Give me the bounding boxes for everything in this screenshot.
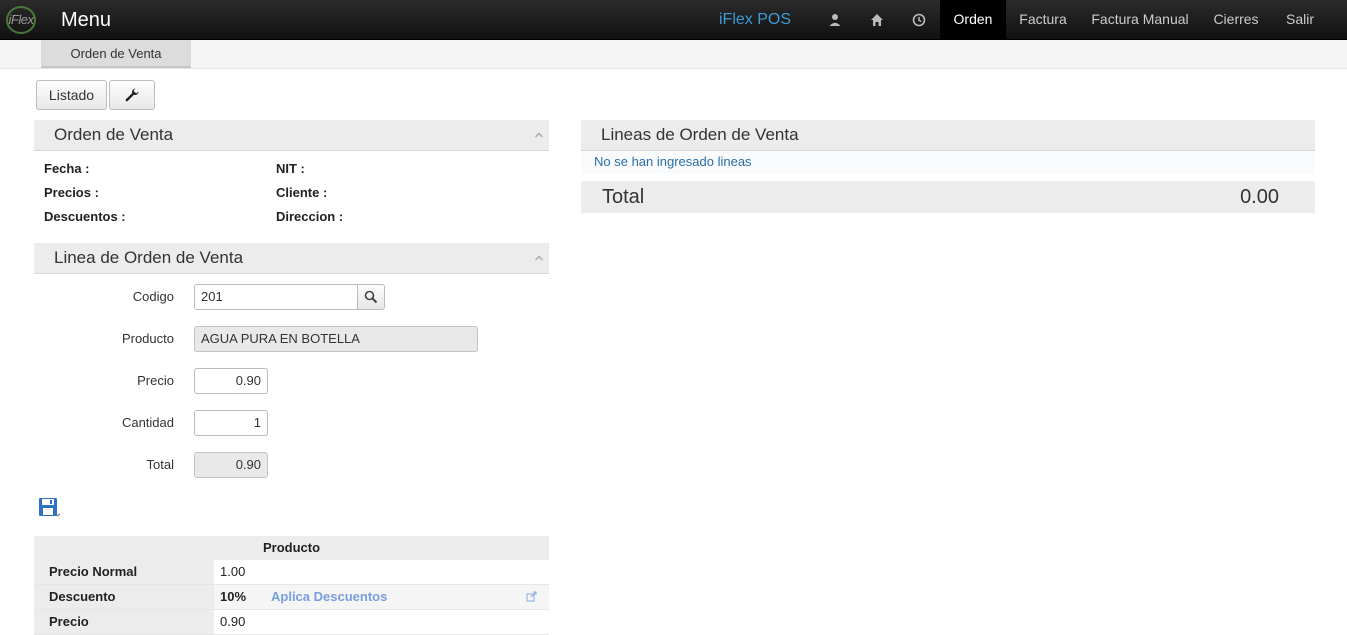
lineas-orden-title: Lineas de Orden de Venta [601,125,799,144]
total-label: Total [146,457,174,472]
settings-button[interactable] [109,80,155,110]
descuento-value: 10% [220,589,247,604]
brand-name[interactable]: iFlex POS [719,10,791,30]
precios-label: Precios : [44,185,99,200]
orden-venta-header[interactable]: Orden de Venta [34,120,549,151]
menu-title[interactable]: Menu [61,8,111,32]
empty-lines-message: No se han ingresado lineas [581,151,1315,174]
listado-button[interactable]: Listado [36,80,107,110]
total-input[interactable]: 0.90 [194,452,268,478]
collapse-chevron-icon[interactable] [534,253,544,263]
order-total-value: 0.00 [1240,186,1279,208]
floppy-disk-icon [39,498,61,517]
iflex-logo[interactable]: iFlex [6,6,36,34]
search-icon [364,290,378,304]
precio-normal-label: Precio Normal [34,560,214,584]
linea-orden-header[interactable]: Linea de Orden de Venta [34,243,549,274]
table-row: Precio 0.90 [34,610,549,635]
codigo-search-button[interactable] [357,284,385,310]
user-icon[interactable] [826,11,844,29]
nav-cierres[interactable]: Cierres [1200,0,1272,40]
external-link-icon[interactable] [526,591,537,602]
producto-table-header: Producto [34,536,549,560]
tab-orden-de-venta[interactable]: Orden de Venta [41,40,191,68]
wrench-icon [125,88,139,102]
lineas-orden-header: Lineas de Orden de Venta [581,120,1315,151]
order-total-bar: Total 0.00 [581,181,1315,213]
precio-row-label: Precio [34,610,214,634]
fecha-label: Fecha : [44,161,90,176]
codigo-input[interactable]: 201 [194,284,358,310]
codigo-label: Codigo [132,289,174,304]
descuento-label: Descuento [34,585,214,609]
producto-label: Producto [121,331,174,346]
cantidad-label: Cantidad [121,415,174,430]
nav-salir[interactable]: Salir [1272,0,1328,40]
direccion-label: Direccion : [276,209,344,224]
nav-orden[interactable]: Orden [940,0,1006,40]
orden-venta-title: Orden de Venta [54,125,174,144]
precio-label: Precio [137,373,174,388]
table-row: Precio Normal 1.00 [34,560,549,585]
cantidad-input[interactable]: 1 [194,410,268,436]
cliente-label: Cliente : [276,185,328,200]
top-navbar: iFlex Menu iFlex POS Orden Factura Factu… [0,0,1347,40]
order-total-label: Total [602,186,645,208]
descuentos-label: Descuentos : [44,209,126,224]
producto-input[interactable]: AGUA PURA EN BOTELLA [194,326,478,352]
sub-tab-bar: Orden de Venta [0,40,1347,69]
linea-orden-title: Linea de Orden de Venta [54,248,244,267]
precio-normal-value: 1.00 [220,564,246,579]
precio-input[interactable]: 0.90 [194,368,268,394]
clock-icon[interactable] [910,11,928,29]
home-icon[interactable] [868,11,886,29]
precio-row-value: 0.90 [220,614,246,629]
table-row: Descuento 10% Aplica Descuentos [34,585,549,610]
collapse-chevron-icon[interactable] [534,130,544,140]
nav-factura[interactable]: Factura [1006,0,1080,40]
save-button[interactable] [38,497,61,519]
nit-label: NIT : [276,161,305,176]
aplica-descuentos-link[interactable]: Aplica Descuentos [271,585,387,609]
nav-factura-manual[interactable]: Factura Manual [1080,0,1200,40]
